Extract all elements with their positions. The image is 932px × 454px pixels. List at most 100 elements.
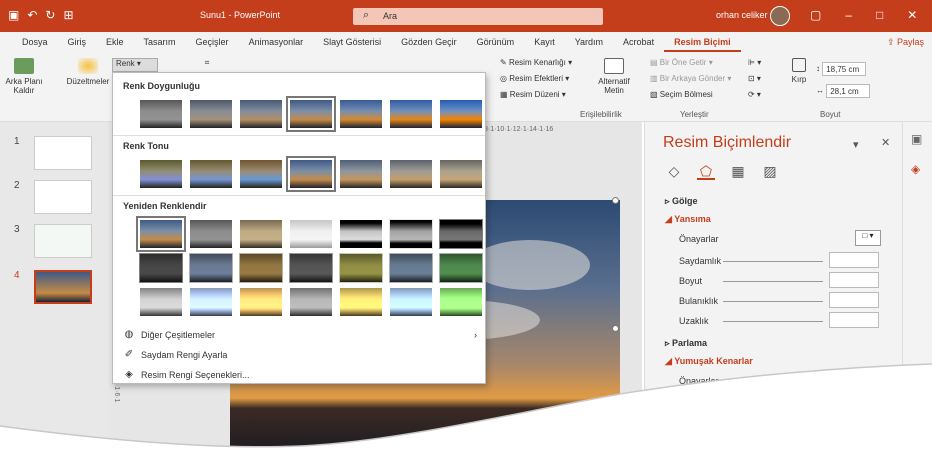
- slide-thumbnail[interactable]: [34, 180, 92, 214]
- recolor-swatch[interactable]: [189, 287, 233, 317]
- recolor-swatch[interactable]: [389, 287, 433, 317]
- bring-forward-button[interactable]: ▤ Bir Öne Getir ▾: [650, 58, 713, 67]
- picture-icon[interactable]: ▨: [761, 162, 779, 180]
- tone-swatch-selected[interactable]: [286, 156, 336, 192]
- glow-section[interactable]: ▹ Parlama: [665, 338, 707, 349]
- search-box[interactable]: ⌕ Ara: [353, 8, 603, 25]
- close-icon[interactable]: ✕: [881, 136, 890, 149]
- compress-icon[interactable]: ⌗: [200, 58, 214, 68]
- recolor-swatch[interactable]: [339, 219, 383, 249]
- tab-tasarim[interactable]: Tasarım: [134, 32, 186, 52]
- recolor-swatch[interactable]: [289, 253, 333, 283]
- recolor-swatch[interactable]: [239, 219, 283, 249]
- recolor-swatch[interactable]: [239, 287, 283, 317]
- recolor-swatch[interactable]: [239, 253, 283, 283]
- recolor-swatch[interactable]: [139, 287, 183, 317]
- saturation-swatch[interactable]: [389, 99, 433, 129]
- avatar[interactable]: [770, 6, 790, 26]
- saturation-swatch-selected[interactable]: [286, 96, 336, 132]
- redo-icon[interactable]: ↻: [45, 8, 55, 22]
- saturation-swatch[interactable]: [339, 99, 383, 129]
- tone-swatch[interactable]: [239, 159, 283, 189]
- tab-acrobat[interactable]: Acrobat: [613, 32, 664, 52]
- tab-gozden-gecir[interactable]: Gözden Geçir: [391, 32, 467, 52]
- recolor-swatch[interactable]: [289, 219, 333, 249]
- size-properties-icon[interactable]: ▦: [729, 162, 747, 180]
- saturation-swatch[interactable]: [189, 99, 233, 129]
- tab-dosya[interactable]: Dosya: [12, 32, 58, 52]
- recolor-swatch[interactable]: [139, 253, 183, 283]
- effects-icon[interactable]: ⬠: [697, 162, 715, 180]
- recolor-swatch[interactable]: [389, 253, 433, 283]
- crop-button[interactable]: Kırp: [788, 58, 810, 84]
- presets-dropdown[interactable]: □ ▾: [855, 230, 881, 246]
- alt-text-button[interactable]: Alternatif Metin: [594, 58, 634, 95]
- tab-kayit[interactable]: Kayıt: [524, 32, 565, 52]
- recolor-swatch[interactable]: [439, 219, 483, 249]
- group-icon[interactable]: ⊡ ▾: [748, 74, 761, 83]
- pane-options-icon[interactable]: ▾: [853, 138, 859, 151]
- more-variations-item[interactable]: ◍ Diğer Çeşitlemeler ›: [123, 329, 477, 341]
- tab-yardim[interactable]: Yardım: [565, 32, 613, 52]
- recolor-swatch[interactable]: [339, 287, 383, 317]
- maximize-icon[interactable]: □: [876, 8, 883, 22]
- picture-border-button[interactable]: ✎ Resim Kenarlığı ▾: [500, 58, 572, 67]
- close-icon[interactable]: ✕: [907, 8, 917, 22]
- customize-icon[interactable]: ⊞: [63, 8, 73, 22]
- tab-animasyonlar[interactable]: Animasyonlar: [239, 32, 314, 52]
- transparency-input[interactable]: [829, 252, 879, 268]
- save-icon[interactable]: ▣: [8, 8, 19, 22]
- tab-gorunum[interactable]: Görünüm: [467, 32, 525, 52]
- format-pane-toggle-icon[interactable]: ◈: [911, 162, 920, 176]
- undo-icon[interactable]: ↶: [27, 8, 37, 22]
- shadow-section[interactable]: ▹ Gölge: [665, 196, 698, 207]
- width-input[interactable]: 28,1 cm: [826, 84, 871, 98]
- size-slider[interactable]: [723, 281, 823, 282]
- remove-background-button[interactable]: Arka Planı Kaldır: [4, 58, 44, 95]
- saturation-swatch[interactable]: [439, 99, 483, 129]
- user-name[interactable]: orhan celiker: [716, 10, 768, 20]
- distance-slider[interactable]: [723, 321, 823, 322]
- recolor-swatch[interactable]: [439, 253, 483, 283]
- height-input[interactable]: 18,75 cm: [822, 62, 867, 76]
- corrections-button[interactable]: Düzeltmeler: [64, 58, 112, 86]
- blur-input[interactable]: [829, 292, 879, 308]
- saturation-swatch[interactable]: [139, 99, 183, 129]
- tone-swatch[interactable]: [339, 159, 383, 189]
- saturation-swatch[interactable]: [239, 99, 283, 129]
- align-icon[interactable]: ⊫ ▾: [748, 58, 761, 67]
- fill-line-icon[interactable]: ◇: [665, 162, 683, 180]
- tone-swatch[interactable]: [189, 159, 233, 189]
- slide-thumbnail-selected[interactable]: [34, 270, 92, 304]
- resize-handle[interactable]: [612, 197, 619, 204]
- distance-input[interactable]: [829, 312, 879, 328]
- tone-swatch[interactable]: [439, 159, 483, 189]
- recolor-swatch-selected[interactable]: [136, 216, 186, 252]
- tab-slayt-gosterisi[interactable]: Slayt Gösterisi: [313, 32, 391, 52]
- blur-slider[interactable]: [723, 301, 823, 302]
- recolor-swatch[interactable]: [439, 287, 483, 317]
- recolor-swatch[interactable]: [189, 219, 233, 249]
- selection-pane-button[interactable]: ▧ Seçim Bölmesi: [650, 90, 713, 99]
- recolor-swatch[interactable]: [289, 287, 333, 317]
- tab-gecisler[interactable]: Geçişler: [186, 32, 239, 52]
- picture-effects-button[interactable]: ◎ Resim Efektleri ▾: [500, 74, 569, 83]
- rotate-icon[interactable]: ⟳ ▾: [748, 90, 761, 99]
- color-button[interactable]: Renk ▾: [112, 58, 158, 72]
- share-button[interactable]: ⇪ Paylaş: [887, 37, 924, 48]
- recolor-swatch[interactable]: [189, 253, 233, 283]
- picture-layout-button[interactable]: ▦ Resim Düzeni ▾: [500, 90, 566, 99]
- ribbon-display-icon[interactable]: ▢: [810, 8, 821, 22]
- slide-thumbnail[interactable]: [34, 136, 92, 170]
- resize-handle[interactable]: [612, 325, 619, 332]
- send-backward-button[interactable]: ▥ Bir Arkaya Gönder ▾: [650, 74, 731, 83]
- tab-giris[interactable]: Giriş: [58, 32, 97, 52]
- tab-resim-bicimi[interactable]: Resim Biçimi: [664, 32, 741, 52]
- designer-icon[interactable]: ▣: [911, 132, 922, 146]
- tone-swatch[interactable]: [389, 159, 433, 189]
- slide-thumbnail[interactable]: [34, 224, 92, 258]
- tab-ekle[interactable]: Ekle: [96, 32, 134, 52]
- minimize-icon[interactable]: –: [845, 8, 852, 22]
- recolor-swatch[interactable]: [339, 253, 383, 283]
- reflection-section[interactable]: ◢ Yansıma: [665, 214, 711, 225]
